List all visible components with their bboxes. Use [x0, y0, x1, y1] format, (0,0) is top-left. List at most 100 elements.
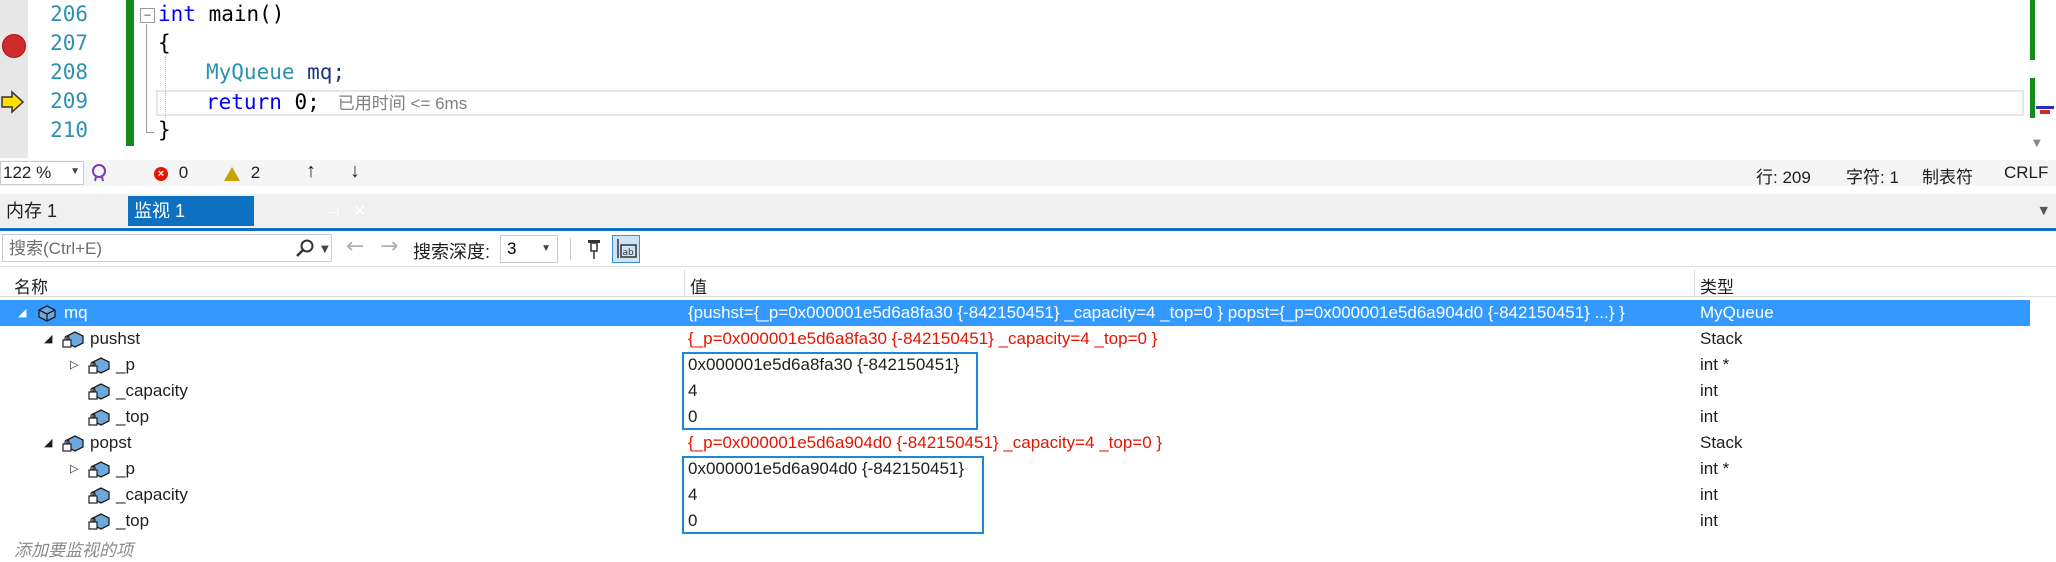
chevron-down-icon[interactable]: ▼	[321, 244, 329, 255]
row-type: int	[1700, 381, 1718, 400]
row-name: _capacity	[116, 485, 188, 504]
row-type: int *	[1700, 459, 1730, 478]
column-header-name[interactable]: 名称	[14, 273, 48, 298]
function-signature: main()	[195, 2, 285, 26]
error-count[interactable]: × 0	[154, 163, 188, 183]
add-watch-item[interactable]: 添加要监视的项	[14, 536, 133, 561]
search-previous-arrow-icon[interactable]: ←	[346, 234, 364, 259]
search-depth-select[interactable]: 3 ▼	[500, 235, 558, 263]
table-row[interactable]: _capacity 4 int	[0, 378, 2056, 404]
expand-arrow-icon[interactable]: ▷	[70, 358, 78, 371]
intellicode-icon[interactable]	[90, 163, 110, 183]
scrollbar-breakpoint-mark	[2040, 110, 2050, 114]
tab-memory-1[interactable]: 内存 1	[0, 196, 128, 226]
collapse-arrow-icon[interactable]: ◢	[18, 306, 26, 319]
expand-arrow-icon[interactable]: ▷	[70, 462, 78, 475]
class-object-icon	[38, 305, 56, 322]
line-number: 210	[50, 118, 88, 142]
error-icon: ×	[154, 166, 168, 181]
code-line-207[interactable]: {	[158, 31, 171, 55]
column-header-value[interactable]: 值	[690, 273, 707, 298]
scrollbar-change-mark	[2030, 0, 2035, 60]
pin-source-button[interactable]	[580, 235, 608, 263]
next-issue-arrow-icon[interactable]: ↓	[350, 160, 360, 183]
table-row[interactable]: ◢ pushst {_p=0x000001e5d6a8fa30 {-842150…	[0, 326, 2056, 352]
search-input[interactable]	[7, 238, 291, 260]
protected-member-icon	[62, 435, 84, 452]
indicator-margin[interactable]	[0, 0, 28, 158]
hex-display-icon: ab	[617, 239, 637, 258]
tab-watch-1[interactable]: 监视 1 ⊣ ×	[128, 196, 366, 226]
table-row[interactable]: ▷ _p 0x000001e5d6a8fa30 {-842150451} int…	[0, 352, 2056, 378]
editor-vertical-scrollbar[interactable]: ▼	[2026, 0, 2056, 158]
code-line-208[interactable]: MyQueue mq;	[206, 60, 345, 84]
variable-decl: mq;	[294, 60, 346, 84]
protected-member-icon	[88, 409, 110, 426]
type-myqueue: MyQueue	[206, 60, 295, 84]
line-indicator[interactable]: 行: 209	[1756, 163, 1811, 188]
table-row[interactable]: ▷ _p 0x000001e5d6a904d0 {-842150451} int…	[0, 456, 2056, 482]
error-count-value: 0	[178, 163, 189, 182]
table-row[interactable]: _top 0 int	[0, 508, 2056, 534]
table-row[interactable]: _top 0 int	[0, 404, 2056, 430]
tab-watch-label: 监视 1	[134, 201, 186, 221]
row-name: popst	[90, 433, 132, 452]
row-name: _top	[116, 511, 150, 530]
outline-guide	[146, 24, 147, 132]
column-indicator[interactable]: 字符: 1	[1846, 163, 1899, 188]
scrollbar-change-mark	[2030, 78, 2035, 118]
row-value[interactable]: {_p=0x000001e5d6a904d0 {-842150451} _cap…	[688, 433, 1162, 453]
line-number: 206	[50, 2, 88, 26]
scroll-down-icon[interactable]: ▼	[2033, 138, 2041, 149]
perf-tip[interactable]: 已用时间 <= 6ms	[338, 94, 467, 113]
code-line-209[interactable]: return 0; 已用时间 <= 6ms	[206, 89, 467, 114]
column-divider[interactable]	[684, 270, 685, 296]
tool-window-tabstrip: 内存 1 监视 1 ⊣ × ▼	[0, 194, 2056, 228]
collapse-toggle-icon[interactable]: −	[140, 8, 155, 23]
table-row[interactable]: _capacity 4 int	[0, 482, 2056, 508]
code-editor[interactable]: 206 207 208 209 210 − int main() { MyQue…	[0, 0, 2056, 158]
svg-text:ab: ab	[623, 248, 635, 258]
tab-overflow-chevron-icon[interactable]: ▼	[2040, 204, 2048, 217]
code-line-206[interactable]: int main()	[158, 2, 284, 26]
close-icon[interactable]: ×	[354, 196, 366, 226]
row-type: Stack	[1700, 329, 1743, 348]
row-name: _p	[116, 459, 135, 478]
editor-status-bar: 122 % ▼ × 0 2 ↑ ↓ 行: 209 字符: 1 制表符 CRLF	[0, 160, 2056, 188]
search-box[interactable]: ▼	[2, 234, 332, 262]
watch-grid[interactable]: 名称 值 类型 ◢ mq {pushst={_p=0x000001e5d6a8f…	[0, 270, 2056, 562]
indent-mode[interactable]: 制表符	[1922, 163, 1973, 188]
search-next-arrow-icon[interactable]: →	[380, 234, 398, 259]
previous-issue-arrow-icon[interactable]: ↑	[306, 160, 316, 183]
annotation-box-popst-members	[682, 456, 984, 534]
scrollbar-caret-mark	[2036, 106, 2054, 109]
line-ending[interactable]: CRLF	[2004, 163, 2048, 183]
hex-display-button[interactable]: ab	[612, 235, 640, 263]
code-line-210[interactable]: }	[158, 118, 171, 142]
column-divider[interactable]	[1694, 270, 1695, 296]
row-value[interactable]: {pushst={_p=0x000001e5d6a8fa30 {-8421504…	[688, 303, 1625, 323]
search-icon[interactable]	[295, 238, 315, 258]
row-name: mq	[64, 303, 88, 322]
table-row[interactable]: ◢ popst {_p=0x000001e5d6a904d0 {-8421504…	[0, 430, 2056, 456]
table-row[interactable]: ◢ mq {pushst={_p=0x000001e5d6a8fa30 {-84…	[0, 300, 2030, 326]
collapse-arrow-icon[interactable]: ◢	[44, 436, 52, 449]
warning-count[interactable]: 2	[224, 163, 260, 183]
zoom-value: 122 %	[3, 163, 52, 182]
protected-member-icon	[62, 331, 84, 348]
warning-count-value: 2	[250, 163, 261, 182]
protected-member-icon	[88, 461, 110, 478]
breakpoint-icon[interactable]	[2, 34, 26, 58]
chevron-down-icon: ▼	[70, 166, 80, 177]
keyword-int: int	[158, 2, 196, 26]
collapse-arrow-icon[interactable]: ◢	[44, 332, 52, 345]
zoom-select[interactable]: 122 % ▼	[0, 161, 84, 185]
protected-member-icon	[88, 513, 110, 530]
pin-icon[interactable]: ⊣	[328, 198, 339, 228]
row-value[interactable]: {_p=0x000001e5d6a8fa30 {-842150451} _cap…	[688, 329, 1157, 349]
search-depth-label: 搜索深度:	[413, 242, 491, 262]
row-name: _p	[116, 355, 135, 374]
column-header-type[interactable]: 类型	[1700, 273, 1734, 298]
watch-toolbar: ▼ ← → 搜索深度: 3 ▼ ab	[0, 232, 2056, 267]
line-number: 208	[50, 60, 88, 84]
